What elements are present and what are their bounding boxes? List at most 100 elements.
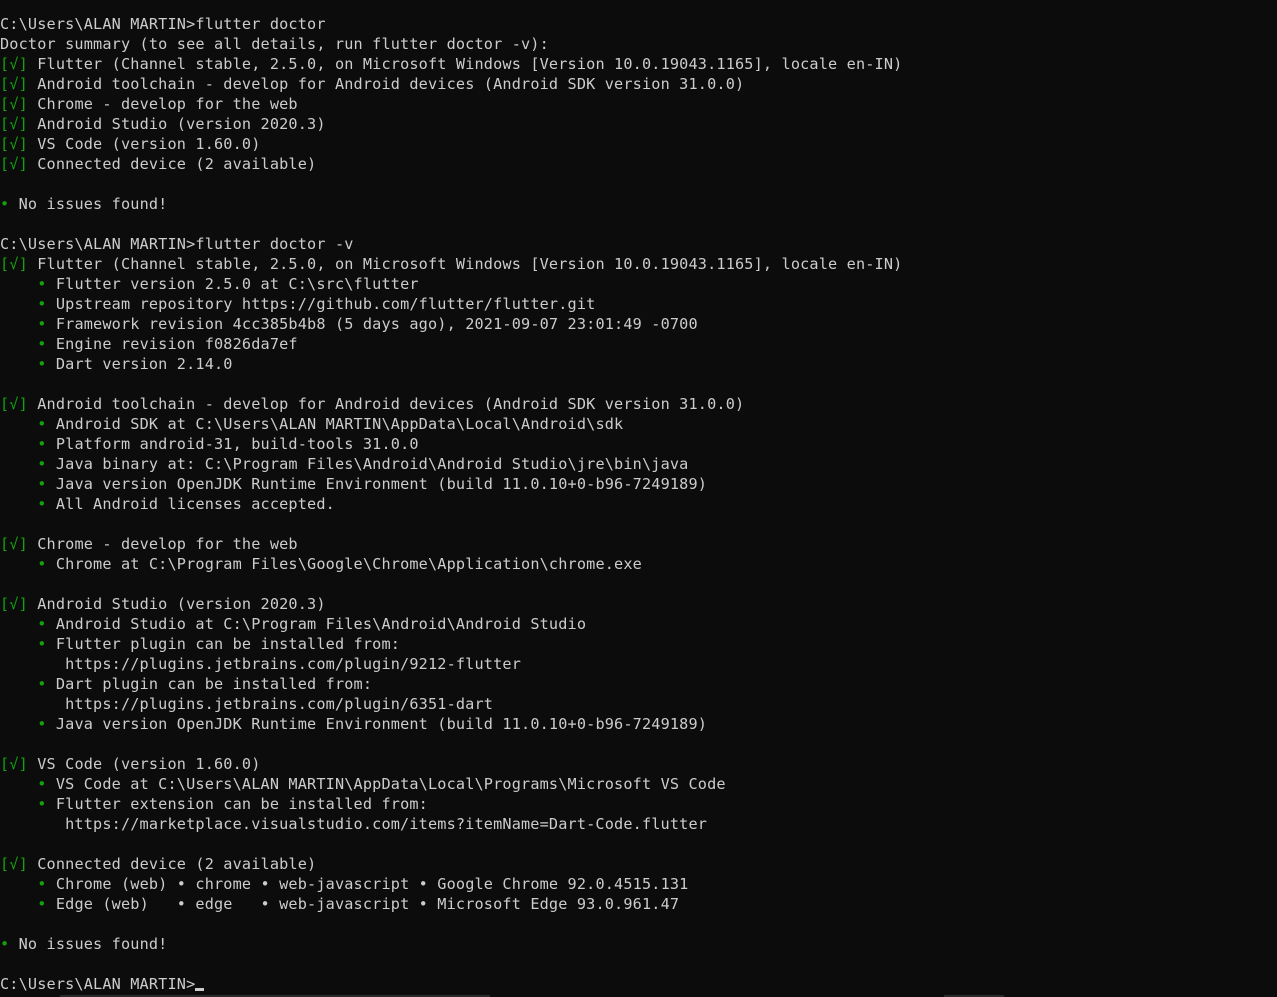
bullet-icon: • — [37, 335, 47, 353]
bullet-icon: • — [37, 275, 47, 293]
check-line: [√] VS Code (version 1.60.0) — [0, 134, 1277, 154]
bullet-line: • Dart plugin can be installed from: — [0, 674, 1277, 694]
bullet-line: • All Android licenses accepted. — [0, 494, 1277, 514]
check-line-text: Android Studio (version 2020.3) — [27, 595, 326, 613]
prompt-line: C:\Users\ALAN MARTIN> — [0, 974, 1277, 994]
command-text: flutter doctor — [195, 15, 326, 33]
bullet-line-text: Java version OpenJDK Runtime Environment… — [46, 715, 708, 733]
check-line: [√] Connected device (2 available) — [0, 154, 1277, 174]
bullet-icon: • — [0, 195, 10, 213]
check-line: [√] Android toolchain - develop for Andr… — [0, 74, 1277, 94]
prompt-text: C:\Users\ALAN MARTIN> — [0, 235, 196, 253]
bullet-line-text: Edge (web) • edge • web-javascript • Mic… — [46, 895, 680, 913]
bullet-line-text: Chrome at C:\Program Files\Google\Chrome… — [46, 555, 642, 573]
bullet-line-text: Java version OpenJDK Runtime Environment… — [46, 475, 708, 493]
bullet-line-text: Dart version 2.14.0 — [46, 355, 233, 373]
bullet-line-text: Engine revision f0826da7ef — [46, 335, 298, 353]
terminal-window[interactable]: C:\Users\ALAN MARTIN>flutter doctor Docto… — [0, 0, 1277, 997]
bullet-line: • Java binary at: C:\Program Files\Andro… — [0, 454, 1277, 474]
check-mark: [√] — [0, 595, 28, 613]
bullet-line: • Edge (web) • edge • web-javascript • M… — [0, 894, 1277, 914]
bullet-line: • Dart version 2.14.0 — [0, 354, 1277, 374]
bullet-icon: • — [37, 635, 47, 653]
bullet-line: • Java version OpenJDK Runtime Environme… — [0, 714, 1277, 734]
bullet-icon: • — [37, 615, 47, 633]
check-mark: [√] — [0, 255, 28, 273]
prompt-line: C:\Users\ALAN MARTIN>flutter doctor — [0, 14, 1277, 34]
output-text: https://plugins.jetbrains.com/plugin/921… — [0, 655, 522, 673]
bullet-icon: • — [37, 295, 47, 313]
check-line: [√] Flutter (Channel stable, 2.5.0, on M… — [0, 54, 1277, 74]
bullet-icon: • — [37, 895, 47, 913]
bullet-line: • Chrome (web) • chrome • web-javascript… — [0, 874, 1277, 894]
bullet-line-text: Java binary at: C:\Program Files\Android… — [46, 455, 689, 473]
text-cursor[interactable] — [195, 988, 205, 991]
bullet-line: • VS Code at C:\Users\ALAN MARTIN\AppDat… — [0, 774, 1277, 794]
bullet-line-text: No issues found! — [9, 935, 168, 953]
output-line: https://plugins.jetbrains.com/plugin/921… — [0, 654, 1277, 674]
bullet-line: • Platform android-31, build-tools 31.0.… — [0, 434, 1277, 454]
check-mark: [√] — [0, 395, 28, 413]
check-line-text: Android Studio (version 2020.3) — [27, 115, 326, 133]
bullet-icon: • — [37, 775, 47, 793]
prompt-text: C:\Users\ALAN MARTIN> — [0, 15, 196, 33]
output-line: Doctor summary (to see all details, run … — [0, 34, 1277, 54]
bullet-line: • Chrome at C:\Program Files\Google\Chro… — [0, 554, 1277, 574]
bullet-line: • Engine revision f0826da7ef — [0, 334, 1277, 354]
bullet-icon: • — [37, 555, 47, 573]
bullet-icon: • — [37, 355, 47, 373]
check-line-text: Connected device (2 available) — [27, 155, 317, 173]
check-line: [√] Flutter (Channel stable, 2.5.0, on M… — [0, 254, 1277, 274]
output-text: Doctor summary (to see all details, run … — [0, 35, 549, 53]
output-text: https://marketplace.visualstudio.com/ite… — [0, 815, 708, 833]
bullet-icon: • — [37, 415, 47, 433]
bullet-line-text: Flutter version 2.5.0 at C:\src\flutter — [46, 275, 419, 293]
check-line: [√] Android toolchain - develop for Andr… — [0, 394, 1277, 414]
bullet-line: • Flutter version 2.5.0 at C:\src\flutte… — [0, 274, 1277, 294]
bullet-icon: • — [37, 435, 47, 453]
bullet-icon: • — [37, 875, 47, 893]
bullet-line-text: Android SDK at C:\Users\ALAN MARTIN\AppD… — [46, 415, 624, 433]
command-text: flutter doctor -v — [195, 235, 354, 253]
check-line: [√] Connected device (2 available) — [0, 854, 1277, 874]
bullet-icon: • — [0, 935, 10, 953]
bullet-line-text: Framework revision 4cc385b4b8 (5 days ag… — [46, 315, 698, 333]
bullet-line-text: Chrome (web) • chrome • web-javascript •… — [46, 875, 689, 893]
output-line: https://marketplace.visualstudio.com/ite… — [0, 814, 1277, 834]
check-mark: [√] — [0, 75, 28, 93]
bullet-line: • Upstream repository https://github.com… — [0, 294, 1277, 314]
output-text: https://plugins.jetbrains.com/plugin/635… — [0, 695, 494, 713]
check-line-text: Android toolchain - develop for Android … — [27, 75, 745, 93]
bullet-line-text: VS Code at C:\Users\ALAN MARTIN\AppData\… — [46, 775, 726, 793]
bullet-line-text: All Android licenses accepted. — [46, 495, 335, 513]
check-line-text: Flutter (Channel stable, 2.5.0, on Micro… — [27, 255, 903, 273]
bullet-icon: • — [37, 495, 47, 513]
check-mark: [√] — [0, 95, 28, 113]
prompt-text: C:\Users\ALAN MARTIN> — [0, 975, 196, 993]
bullet-icon: • — [37, 675, 47, 693]
bullet-line: • Flutter plugin can be installed from: — [0, 634, 1277, 654]
check-mark: [√] — [0, 535, 28, 553]
bullet-icon: • — [37, 475, 47, 493]
bullet-line: • No issues found! — [0, 934, 1277, 954]
bullet-line: • Android SDK at C:\Users\ALAN MARTIN\Ap… — [0, 414, 1277, 434]
check-line-text: Chrome - develop for the web — [27, 535, 298, 553]
